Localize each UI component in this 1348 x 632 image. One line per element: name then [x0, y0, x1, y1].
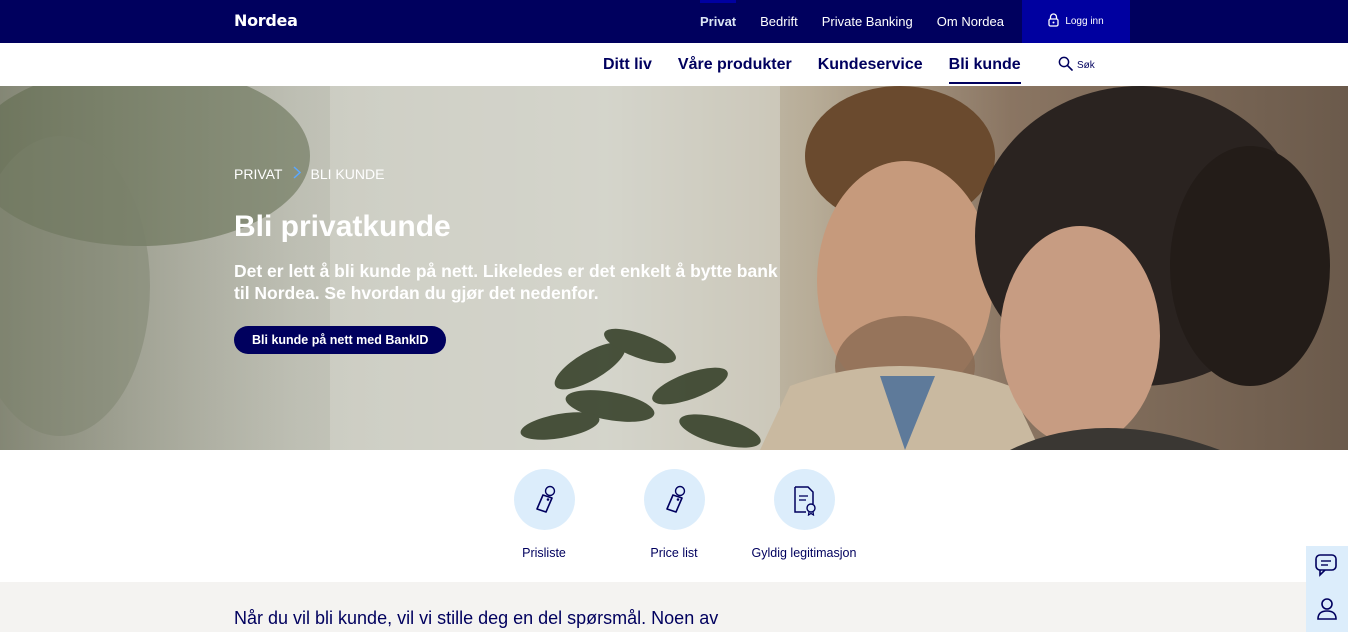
price-tag-icon [643, 469, 705, 530]
segment-private-banking[interactable]: Private Banking [810, 0, 925, 43]
segment-nav: Privat Bedrift Private Banking Om Nordea [688, 0, 1016, 43]
quick-link-gyldig-legitimasjon[interactable]: Gyldig legitimasjon [739, 469, 869, 560]
segment-bedrift[interactable]: Bedrift [748, 0, 810, 43]
person-icon [1315, 595, 1339, 626]
quick-link-label: Price list [650, 546, 698, 560]
breadcrumb-privat[interactable]: PRIVAT [234, 166, 283, 182]
content-section: Når du vil bli kunde, vil vi stille deg … [0, 582, 1348, 632]
chat-icon [1314, 553, 1340, 582]
segment-privat[interactable]: Privat [688, 0, 748, 43]
segment-om-nordea[interactable]: Om Nordea [925, 0, 1016, 43]
intro-paragraph: Når du vil bli kunde, vil vi stille deg … [234, 608, 719, 628]
hero-subtitle: Det er lett å bli kunde på nett. Likeled… [234, 261, 778, 303]
side-widget [1306, 546, 1348, 632]
certificate-document-icon [773, 469, 835, 530]
lock-icon [1048, 13, 1059, 30]
nav-bli-kunde[interactable]: Bli kunde [936, 43, 1034, 86]
breadcrumb-bli-kunde[interactable]: BLI KUNDE [311, 166, 385, 182]
quick-link-price-list[interactable]: Price list [609, 469, 739, 560]
quick-links: Prisliste Price list Gyldig legitimasjon [0, 450, 1348, 582]
login-button[interactable]: Logg inn [1022, 0, 1130, 43]
price-tag-icon [513, 469, 575, 530]
top-bar: Nordea Privat Bedrift Private Banking Om… [0, 0, 1348, 43]
search-icon [1058, 56, 1073, 74]
contact-button[interactable] [1306, 589, 1348, 632]
hero-banner: PRIVAT BLI KUNDE Bli privatkunde Det er … [0, 86, 1348, 450]
chevron-right-icon [292, 166, 301, 182]
nordea-logo[interactable]: Nordea [234, 11, 298, 30]
nav-kundeservice[interactable]: Kundeservice [805, 43, 936, 86]
main-nav: Ditt liv Våre produkter Kundeservice Bli… [0, 43, 1348, 86]
quick-link-label: Gyldig legitimasjon [751, 546, 857, 560]
quick-link-label: Prisliste [522, 546, 566, 560]
breadcrumb: PRIVAT BLI KUNDE [234, 166, 384, 182]
bankid-signup-button[interactable]: Bli kunde på nett med BankID [234, 326, 447, 354]
page-title: Bli privatkunde [234, 210, 451, 243]
nav-vare-produkter[interactable]: Våre produkter [665, 43, 805, 86]
chat-button[interactable] [1306, 546, 1348, 589]
nav-ditt-liv[interactable]: Ditt liv [590, 43, 665, 86]
quick-link-prisliste[interactable]: Prisliste [479, 469, 609, 560]
login-label: Logg inn [1065, 16, 1104, 27]
search-button[interactable]: Søk [1058, 56, 1095, 74]
search-label: Søk [1077, 59, 1095, 71]
